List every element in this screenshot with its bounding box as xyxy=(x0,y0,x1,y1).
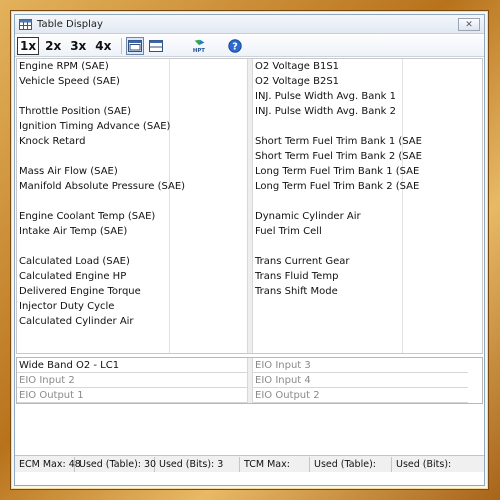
frame-inner: Table Display ✕ 1x 2x 3x 4x HPT ? Engine… xyxy=(10,10,489,490)
pid-cell[interactable]: Calculated Cylinder Air xyxy=(17,314,247,329)
eio-cell[interactable]: EIO Input 3 xyxy=(253,358,468,373)
eio-cell[interactable]: EIO Output 2 xyxy=(253,388,468,403)
right-pid-column: O2 Voltage B1S1 O2 Voltage B2S1 INJ. Pulse… xyxy=(253,59,468,329)
split-panel-layout-icon xyxy=(149,39,164,52)
zoom-3x-button[interactable]: 3x xyxy=(67,37,89,55)
single-panel-layout-icon xyxy=(128,39,143,52)
pid-cell[interactable]: Dynamic Cylinder Air xyxy=(253,209,468,224)
window-title: Table Display xyxy=(37,18,103,30)
ecm-used-table-status: Used (Table): 30 xyxy=(75,456,156,472)
split-panel-layout-button[interactable] xyxy=(147,37,165,55)
table-grid-icon xyxy=(19,18,32,30)
pid-cell[interactable]: Short Term Fuel Trim Bank 1 (SAE xyxy=(253,134,468,149)
hpt-button[interactable]: HPT xyxy=(191,37,209,55)
pid-cell[interactable] xyxy=(17,89,247,104)
zoom-4x-button[interactable]: 4x xyxy=(92,37,114,55)
pid-cell[interactable]: Vehicle Speed (SAE) xyxy=(17,74,247,89)
pid-cell[interactable]: O2 Voltage B2S1 xyxy=(253,74,468,89)
pid-cell[interactable] xyxy=(253,119,468,134)
pid-cell[interactable]: Fuel Trim Cell xyxy=(253,224,468,239)
pid-cell[interactable]: Trans Shift Mode xyxy=(253,284,468,299)
svg-text:HPT: HPT xyxy=(193,48,205,54)
pid-cell[interactable]: Long Term Fuel Trim Bank 2 (SAE xyxy=(253,179,468,194)
pid-cell[interactable]: INJ. Pulse Width Avg. Bank 1 xyxy=(253,89,468,104)
pid-cell[interactable]: INJ. Pulse Width Avg. Bank 2 xyxy=(253,104,468,119)
pid-cell[interactable] xyxy=(17,239,247,254)
pid-cell[interactable]: Long Term Fuel Trim Bank 1 (SAE xyxy=(253,164,468,179)
pid-cell[interactable]: Delivered Engine Torque xyxy=(17,284,247,299)
tcm-used-table-status: Used (Table): xyxy=(310,456,392,472)
help-icon: ? xyxy=(228,38,243,53)
pid-cell[interactable]: O2 Voltage B1S1 xyxy=(253,59,468,74)
pid-cell[interactable] xyxy=(17,149,247,164)
eio-cell[interactable]: Wide Band O2 - LC1 xyxy=(17,358,247,373)
pid-cell[interactable]: Ignition Timing Advance (SAE) xyxy=(17,119,247,134)
close-button[interactable]: ✕ xyxy=(458,18,480,31)
toolbar-separator xyxy=(121,37,123,54)
pid-cell[interactable]: Throttle Position (SAE) xyxy=(17,104,247,119)
eio-cell[interactable]: EIO Input 2 xyxy=(17,373,247,388)
pid-cell[interactable]: Trans Current Gear xyxy=(253,254,468,269)
pid-cell[interactable]: Calculated Engine HP xyxy=(17,269,247,284)
close-icon: ✕ xyxy=(465,19,473,30)
title-bar: Table Display ✕ xyxy=(15,15,484,34)
pid-grid-top: Engine RPM (SAE) Vehicle Speed (SAE) Throt… xyxy=(16,58,483,354)
zoom-1x-button[interactable]: 1x xyxy=(17,36,40,55)
hpt-logo-icon: HPT xyxy=(193,39,206,54)
left-pid-column: Engine RPM (SAE) Vehicle Speed (SAE) Throt… xyxy=(17,59,247,329)
single-panel-layout-button[interactable] xyxy=(126,36,145,55)
pid-cell[interactable]: Calculated Load (SAE) xyxy=(17,254,247,269)
pid-cell[interactable]: Engine Coolant Temp (SAE) xyxy=(17,209,247,224)
pid-cell[interactable]: Engine RPM (SAE) xyxy=(17,59,247,74)
pid-cell[interactable] xyxy=(253,299,468,314)
tcm-max-status: TCM Max: xyxy=(240,456,310,472)
eio-cell[interactable]: EIO Input 4 xyxy=(253,373,468,388)
pid-cell[interactable]: Trans Fluid Temp xyxy=(253,269,468,284)
pid-cell[interactable] xyxy=(253,194,468,209)
pid-cell[interactable]: Mass Air Flow (SAE) xyxy=(17,164,247,179)
pid-cell[interactable]: Injector Duty Cycle xyxy=(17,299,247,314)
pid-cell[interactable]: Short Term Fuel Trim Bank 2 (SAE xyxy=(253,149,468,164)
eio-grid-bottom: Wide Band O2 - LC1 EIO Input 2 EIO Outpu… xyxy=(16,357,483,404)
tcm-used-bits-status: Used (Bits): xyxy=(396,458,452,470)
status-bar: ECM Max: 48 Used (Table): 30 Used (Bits)… xyxy=(15,455,484,472)
zoom-2x-button[interactable]: 2x xyxy=(42,37,64,55)
toolbar: 1x 2x 3x 4x HPT ? xyxy=(15,35,484,57)
table-content: Engine RPM (SAE) Vehicle Speed (SAE) Throt… xyxy=(15,58,484,472)
pid-cell[interactable] xyxy=(17,194,247,209)
pid-cell[interactable] xyxy=(253,314,468,329)
left-eio-column: Wide Band O2 - LC1 EIO Input 2 EIO Outpu… xyxy=(17,358,247,403)
pid-cell[interactable]: Knock Retard xyxy=(17,134,247,149)
help-button[interactable]: ? xyxy=(226,37,244,55)
eio-cell[interactable]: EIO Output 1 xyxy=(17,388,247,403)
pid-cell[interactable]: Manifold Absolute Pressure (SAE) xyxy=(17,179,247,194)
right-eio-column: EIO Input 3 EIO Input 4 EIO Output 2 xyxy=(253,358,468,403)
table-display-window: Table Display ✕ 1x 2x 3x 4x HPT ? Engine… xyxy=(14,14,485,486)
ecm-max-status: ECM Max: 48 xyxy=(15,456,81,472)
svg-text:?: ? xyxy=(233,41,239,52)
pid-cell[interactable]: Intake Air Temp (SAE) xyxy=(17,224,247,239)
pid-cell[interactable] xyxy=(253,239,468,254)
ecm-used-bits-status: Used (Bits): 3 xyxy=(155,456,240,472)
decorative-frame: Table Display ✕ 1x 2x 3x 4x HPT ? Engine… xyxy=(0,0,500,500)
